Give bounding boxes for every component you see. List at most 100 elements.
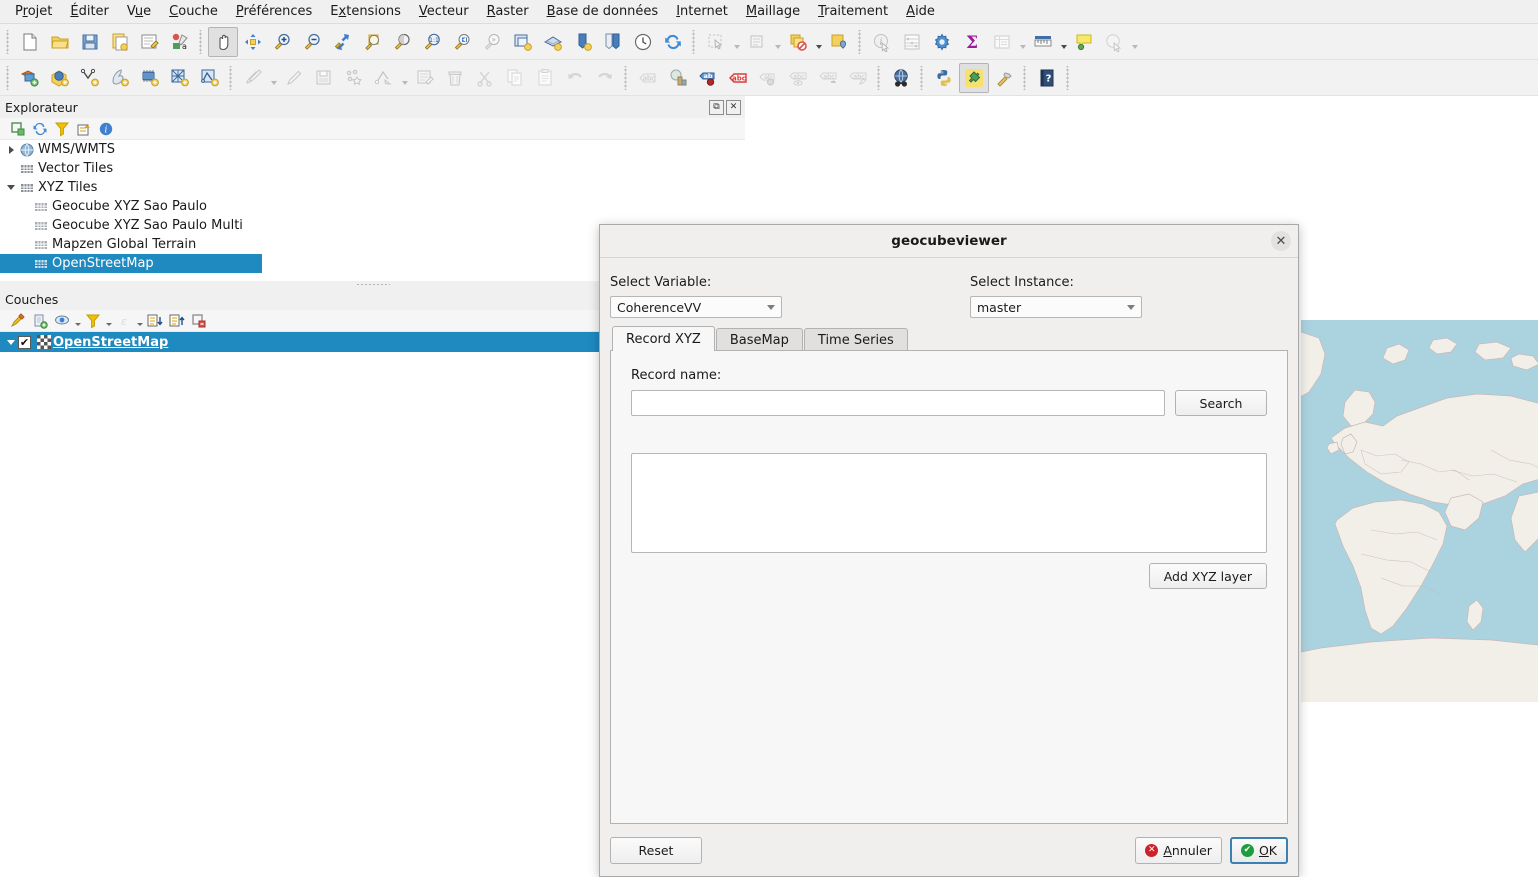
- chevron-down-icon[interactable]: [399, 63, 410, 93]
- add-wcs-layer-icon[interactable]: [195, 63, 225, 93]
- add-layer-icon[interactable]: [8, 119, 28, 139]
- toolbar-handle-icon[interactable]: [5, 65, 12, 90]
- new-project-icon[interactable]: [15, 27, 45, 57]
- toolbar-handle-icon[interactable]: [198, 29, 205, 54]
- chevron-down-icon[interactable]: [136, 311, 143, 331]
- style-manager-icon[interactable]: a: [165, 27, 195, 57]
- add-delimited-text-layer-icon[interactable]: [75, 63, 105, 93]
- save-project-as-icon[interactable]: [105, 27, 135, 57]
- chevron-down-icon[interactable]: [4, 178, 18, 197]
- chevron-right-icon[interactable]: [4, 140, 18, 159]
- select-by-expression-icon[interactable]: [783, 27, 813, 57]
- toolbar-handle-icon[interactable]: [876, 65, 883, 90]
- close-panel-icon[interactable]: ✕: [726, 99, 741, 115]
- toolbar-handle-icon[interactable]: [857, 29, 864, 54]
- select-location-icon[interactable]: [824, 27, 854, 57]
- map-tips-icon[interactable]: [1069, 27, 1099, 57]
- menu-item-preferences[interactable]: Préférences: [227, 2, 321, 21]
- open-field-calculator-icon[interactable]: [897, 27, 927, 57]
- toggle-editing-icon[interactable]: [238, 63, 268, 93]
- record-name-input[interactable]: [631, 390, 1165, 416]
- chevron-down-icon[interactable]: [813, 27, 824, 57]
- deselect-icon[interactable]: [742, 27, 772, 57]
- refresh-icon[interactable]: [30, 119, 50, 139]
- identify-features-icon[interactable]: i: [867, 27, 897, 57]
- menu-item-vecteur[interactable]: Vecteur: [410, 2, 478, 21]
- menu-item-internet[interactable]: Internet: [667, 2, 737, 21]
- refresh-icon[interactable]: [658, 27, 688, 57]
- rotate-label-icon[interactable]: abc: [813, 63, 843, 93]
- statistical-summary-icon[interactable]: Σ: [957, 27, 987, 57]
- zoom-in-icon[interactable]: [268, 27, 298, 57]
- layer-visibility-checkbox[interactable]: ✔: [18, 335, 31, 349]
- tab-time-series[interactable]: Time Series: [803, 328, 908, 351]
- pan-map-icon[interactable]: [208, 26, 238, 57]
- tree-item-openstreetmap[interactable]: OpenStreetMap: [0, 254, 262, 273]
- zoom-to-selection-icon[interactable]: [358, 27, 388, 57]
- metasearch-icon[interactable]: [886, 63, 916, 93]
- toolbar-handle-icon[interactable]: [691, 29, 698, 54]
- select-instance-dropdown[interactable]: master: [970, 296, 1142, 318]
- cut-features-icon[interactable]: [470, 63, 500, 93]
- menu-item-maillage[interactable]: Maillage: [737, 2, 809, 21]
- manage-map-themes-icon[interactable]: [52, 311, 72, 331]
- chevron-down-icon[interactable]: [105, 311, 112, 331]
- chevron-down-icon[interactable]: [772, 27, 783, 57]
- change-label-icon[interactable]: abc: [843, 63, 873, 93]
- add-feature-icon[interactable]: [339, 63, 369, 93]
- filter-legend-expression-icon[interactable]: ε: [114, 311, 134, 331]
- toolbar-handle-icon[interactable]: [623, 65, 630, 90]
- new-3d-map-view-icon[interactable]: [538, 27, 568, 57]
- select-features-icon[interactable]: [701, 27, 731, 57]
- vertex-tool-icon[interactable]: [369, 63, 399, 93]
- menu-item-base-de-donnees[interactable]: Base de données: [538, 2, 668, 21]
- properties-icon[interactable]: i: [96, 119, 116, 139]
- zoom-out-icon[interactable]: [298, 27, 328, 57]
- highlight-labels-icon[interactable]: abc: [723, 63, 753, 93]
- reset-button[interactable]: Reset: [610, 836, 702, 864]
- toolbar-handle-icon[interactable]: [228, 65, 235, 90]
- chevron-down-icon[interactable]: [4, 333, 18, 352]
- zoom-full-icon[interactable]: [328, 27, 358, 57]
- menu-item-projet[interactable]: Projet: [6, 2, 61, 21]
- chevron-down-icon[interactable]: [268, 63, 279, 93]
- show-overview-icon[interactable]: [1099, 27, 1129, 57]
- zoom-native-icon[interactable]: 1:1: [418, 27, 448, 57]
- open-project-icon[interactable]: [45, 27, 75, 57]
- plugin-builder-icon[interactable]: [989, 63, 1019, 93]
- menu-item-extensions[interactable]: Extensions: [321, 2, 410, 21]
- help-icon[interactable]: ?: [1032, 63, 1062, 93]
- chevron-down-icon[interactable]: [731, 27, 742, 57]
- add-xyz-layer-button[interactable]: Add XYZ layer: [1148, 563, 1267, 589]
- copy-features-icon[interactable]: [500, 63, 530, 93]
- select-variable-dropdown[interactable]: CoherenceVV: [610, 296, 782, 318]
- new-map-view-icon[interactable]: [508, 27, 538, 57]
- add-spatialite-layer-icon[interactable]: [135, 63, 165, 93]
- filter-legend-icon[interactable]: [83, 311, 103, 331]
- pin-labels-icon[interactable]: ab: [693, 63, 723, 93]
- menu-item-editer[interactable]: Éditer: [61, 2, 118, 21]
- move-label-icon[interactable]: ab: [753, 63, 783, 93]
- ok-button[interactable]: ✔ OK: [1229, 836, 1288, 864]
- search-button[interactable]: Search: [1175, 390, 1267, 416]
- menu-item-raster[interactable]: Raster: [478, 2, 538, 21]
- geocubeviewer-dialog[interactable]: geocubeviewer ✕ Select Variable: Coheren…: [599, 224, 1299, 877]
- chevron-down-icon[interactable]: [1129, 27, 1140, 57]
- python-console-icon[interactable]: [929, 63, 959, 93]
- tab-record-xyz[interactable]: Record XYZ: [612, 326, 715, 351]
- filter-icon[interactable]: [52, 119, 72, 139]
- remove-layer-icon[interactable]: [189, 311, 209, 331]
- add-raster-layer-icon[interactable]: [45, 63, 75, 93]
- open-layer-styling-icon[interactable]: [8, 311, 28, 331]
- toolbar-handle-icon[interactable]: [5, 29, 12, 54]
- record-results-list[interactable]: [631, 453, 1267, 553]
- add-postgis-layer-icon[interactable]: [105, 63, 135, 93]
- add-vector-layer-icon[interactable]: [15, 63, 45, 93]
- add-wms-layer-icon[interactable]: [165, 63, 195, 93]
- pan-to-selection-icon[interactable]: [238, 27, 268, 57]
- menu-item-traitement[interactable]: Traitement: [809, 2, 897, 21]
- collapse-all-icon[interactable]: [167, 311, 187, 331]
- add-group-icon[interactable]: [30, 311, 50, 331]
- delete-selected-icon[interactable]: [440, 63, 470, 93]
- chevron-down-icon[interactable]: [74, 311, 81, 331]
